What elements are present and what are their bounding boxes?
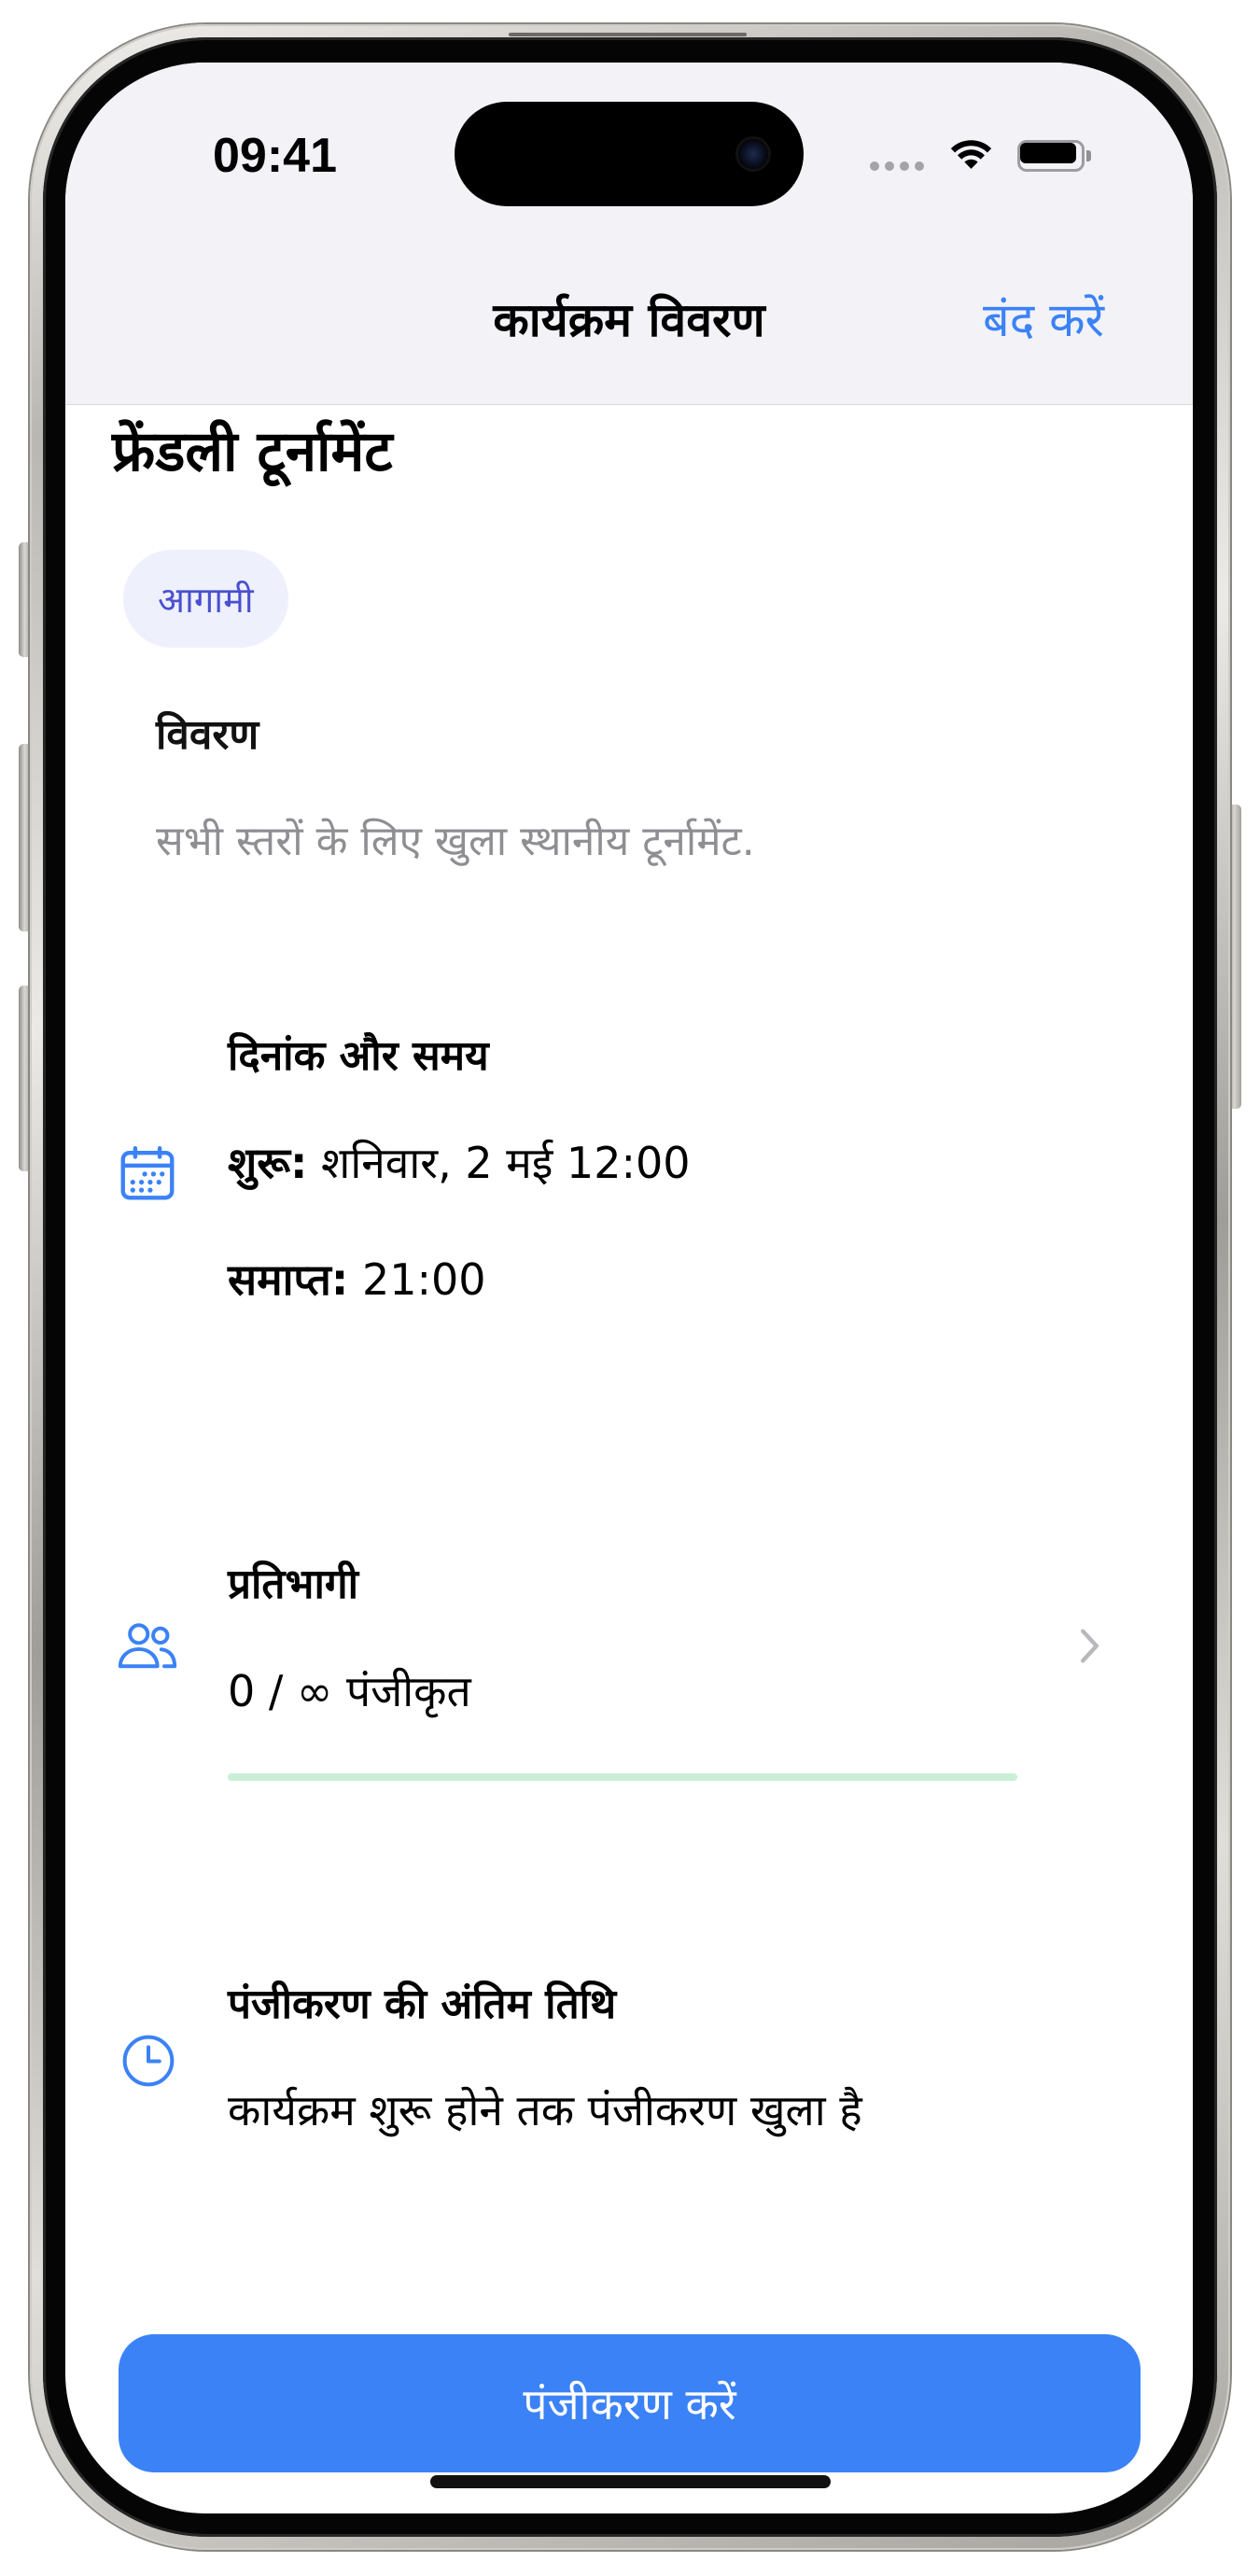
event-title: फ्रेंडली टूर्नामेंट — [112, 419, 393, 484]
signal-dot — [885, 161, 894, 171]
end-label: समाप्त: — [228, 1254, 349, 1305]
clock-icon — [122, 2035, 175, 2087]
participants-count: 0 / ∞ पंजीकृत — [228, 1666, 471, 1716]
earpiece-grille — [509, 33, 747, 36]
close-button[interactable]: बंद करें — [983, 287, 1104, 354]
calendar-icon — [120, 1145, 175, 1200]
home-indicator[interactable] — [430, 2475, 831, 2488]
screen: 09:41 कार्यक्रम विवरण बंद करें फ्रेंडली … — [65, 63, 1193, 2513]
status-badge: आगामी — [123, 550, 288, 648]
status-badge-label: आगामी — [158, 579, 254, 621]
dynamic-island — [455, 102, 804, 206]
schedule-heading: दिनांक और समय — [228, 1032, 489, 1080]
participants-row[interactable]: प्रतिभागी 0 / ∞ पंजीकृत — [65, 1519, 1193, 1817]
participants-heading: प्रतिभागी — [228, 1561, 359, 1608]
signal-dot — [915, 161, 924, 171]
description-text: सभी स्तरों के लिए खुला स्थानीय टूर्नामें… — [156, 818, 755, 865]
participants-progress-bar — [228, 1773, 1017, 1781]
deadline-section: पंजीकरण की अंतिम तिथि कार्यक्रम शुरू होन… — [65, 1948, 1193, 2153]
schedule-section: दिनांक और समय शुरू: शनिवार, 2 मई 12:00 स… — [65, 996, 1193, 1332]
schedule-start: शुरू: शनिवार, 2 मई 12:00 — [228, 1133, 691, 1193]
deadline-text: कार्यक्रम शुरू होने तक पंजीकरण खुला है — [228, 2085, 862, 2135]
signal-icon — [870, 161, 924, 171]
signal-dot — [870, 161, 879, 171]
status-time: 09:41 — [213, 129, 337, 183]
battery-icon — [1017, 140, 1091, 172]
people-icon — [118, 1623, 177, 1669]
wifi-icon — [950, 140, 992, 169]
deadline-heading: पंजीकरण की अंतिम तिथि — [228, 1981, 617, 2028]
register-button[interactable]: पंजीकरण करें — [119, 2334, 1141, 2472]
end-value: 21:00 — [361, 1254, 486, 1305]
schedule-end: समाप्त: 21:00 — [228, 1250, 486, 1309]
side-power-button[interactable] — [1228, 805, 1241, 1109]
front-camera-icon — [738, 139, 768, 169]
signal-dot — [900, 161, 909, 171]
register-button-label: पंजीकरण करें — [523, 2379, 736, 2429]
chevron-right-icon — [1080, 1629, 1099, 1663]
start-label: शुरू: — [228, 1138, 308, 1188]
start-value: शनिवार, 2 मई 12:00 — [321, 1138, 691, 1188]
battery-level-fill — [1020, 143, 1076, 163]
description-heading: विवरण — [156, 711, 259, 759]
battery-nub — [1086, 150, 1091, 161]
event-detail-content[interactable]: फ्रेंडली टूर्नामेंट आगामी विवरण सभी स्तर… — [65, 405, 1193, 2513]
